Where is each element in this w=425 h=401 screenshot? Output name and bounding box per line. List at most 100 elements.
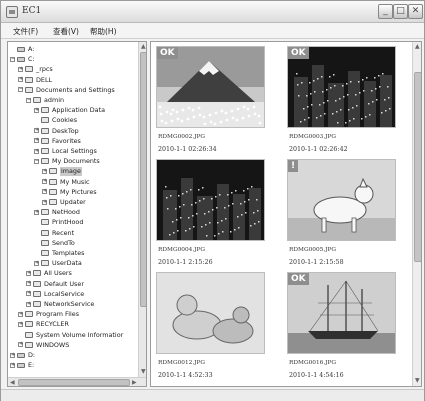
- expand-icon[interactable]: +: [26, 291, 31, 297]
- scroll-right-arrow-icon[interactable]: ▶: [132, 379, 137, 386]
- photo-thumbnail[interactable]: OK: [287, 272, 396, 354]
- folder-icon: [33, 280, 41, 287]
- photo-thumbnail[interactable]: OK: [287, 46, 396, 128]
- night-city-icon: [288, 47, 395, 127]
- folder-icon: [25, 76, 33, 83]
- photo-thumbnail[interactable]: [156, 159, 265, 241]
- night-city-icon: [157, 160, 264, 240]
- maximize-button[interactable]: □: [393, 4, 408, 19]
- expand-icon[interactable]: +: [34, 209, 39, 215]
- tree-horizontal-scroll-thumb[interactable]: [18, 379, 130, 386]
- tree-item-label: C:: [28, 55, 35, 64]
- scroll-left-arrow-icon[interactable]: ◀: [10, 379, 15, 386]
- folder-icon: [25, 66, 33, 73]
- menu-help[interactable]: 帮助(H): [90, 26, 117, 37]
- tree-item-label: DELL: [36, 75, 53, 84]
- expand-icon[interactable]: +: [26, 270, 31, 276]
- thumbnails-scroll-up-icon[interactable]: ▲: [415, 43, 420, 50]
- expand-icon[interactable]: +: [34, 128, 39, 134]
- folder-icon: [41, 107, 49, 114]
- expand-icon[interactable]: +: [34, 148, 39, 154]
- expand-icon[interactable]: +: [26, 301, 31, 307]
- collapse-icon[interactable]: −: [26, 97, 31, 103]
- folder-icon: [49, 199, 57, 205]
- thumbnail-date: 2010-1-1 2:15:26: [158, 259, 213, 266]
- tree-item-label: SendTo: [52, 238, 75, 247]
- tree-item-label: WINDOWS: [36, 340, 70, 349]
- expand-icon[interactable]: +: [26, 281, 31, 287]
- tree-item-label: My Pictures: [60, 187, 97, 196]
- tree-item-label: _rpcs: [36, 65, 53, 74]
- tree-item-label: D:: [28, 351, 36, 359]
- expand-icon[interactable]: +: [34, 138, 39, 144]
- thumbnail-date: 2010-1-1 4:54:16: [289, 372, 344, 379]
- folder-icon: [41, 209, 49, 216]
- expand-icon[interactable]: +: [18, 77, 23, 83]
- drive-icon: [17, 57, 25, 63]
- tree-item-label: A:: [28, 45, 35, 53]
- expand-icon[interactable]: +: [18, 66, 23, 72]
- collapse-icon[interactable]: −: [34, 158, 39, 164]
- collapse-icon[interactable]: −: [18, 87, 23, 93]
- thumbnail-date: 2010-1-1 4:52:33: [158, 372, 213, 379]
- tree-item-label: Application Data: [52, 106, 105, 115]
- warning-badge: !: [288, 160, 299, 172]
- expand-icon[interactable]: +: [18, 311, 23, 317]
- folder-icon: [41, 127, 49, 134]
- tree-vertical-scrollbar[interactable]: ▲ ▼: [138, 42, 146, 377]
- title-bar[interactable]: EC1 _ □ ✕: [1, 1, 424, 23]
- tree-item-label: My Music: [60, 177, 90, 186]
- folder-icon: [33, 270, 41, 277]
- tree-item-label: Templates: [52, 249, 85, 257]
- thumbnails-vertical-scroll-thumb[interactable]: [414, 72, 421, 262]
- photo-thumbnail[interactable]: [156, 272, 265, 354]
- menu-file[interactable]: 文件(F): [13, 26, 38, 37]
- expand-icon[interactable]: +: [42, 168, 47, 174]
- scroll-up-arrow-icon[interactable]: ▲: [141, 43, 146, 50]
- folder-icon: [25, 86, 33, 93]
- music-folder-icon: [49, 178, 57, 185]
- folder-icon: [41, 239, 49, 246]
- folder-icon: [41, 250, 49, 256]
- folder-icon: [33, 301, 41, 307]
- thumbnail-filename: RDMG0012.JPG: [158, 360, 206, 366]
- photo-thumbnail[interactable]: !: [287, 159, 396, 241]
- folder-icon: [33, 290, 41, 297]
- collapse-icon[interactable]: −: [10, 56, 15, 62]
- folder-icon: [41, 229, 49, 236]
- folder-icon: [25, 331, 33, 338]
- folder-tree: A: − C: + _rpcs + DELL − Documents and Settings −…: [7, 41, 147, 387]
- thumbnail-date: 2010-1-1 02:26:34: [158, 146, 217, 153]
- expand-icon[interactable]: +: [18, 321, 23, 327]
- tree-item-label: LocalService: [44, 289, 85, 298]
- expand-icon[interactable]: +: [10, 362, 15, 368]
- close-button[interactable]: ✕: [408, 4, 423, 19]
- thumbnail-filename: RDMG0004.JPG: [158, 247, 206, 253]
- expand-icon[interactable]: +: [34, 107, 39, 113]
- app-window: EC1 _ □ ✕ 文件(F) 查看(V) 帮助(H) A: − C: + _rpcs +…: [0, 0, 425, 401]
- mountain-icon: [157, 47, 264, 127]
- drive-icon: [17, 363, 25, 369]
- expand-icon[interactable]: +: [10, 352, 15, 358]
- expand-icon[interactable]: +: [42, 199, 47, 205]
- tree-item-label: Default User: [44, 279, 84, 288]
- photo-thumbnail[interactable]: OK: [156, 46, 265, 128]
- expand-icon[interactable]: +: [34, 260, 39, 266]
- thumbnails-vertical-scrollbar[interactable]: ▲ ▼: [412, 42, 421, 386]
- folder-icon: [33, 97, 41, 103]
- expand-icon[interactable]: +: [18, 342, 23, 348]
- tree-item-label: Recent: [52, 228, 75, 237]
- ok-badge: OK: [157, 47, 178, 59]
- expand-icon[interactable]: +: [42, 189, 47, 195]
- scroll-down-arrow-icon[interactable]: ▼: [141, 368, 146, 375]
- expand-icon[interactable]: +: [42, 179, 47, 185]
- minimize-button[interactable]: _: [378, 4, 393, 19]
- thumbnails-scroll-down-icon[interactable]: ▼: [415, 377, 420, 384]
- tree-vertical-scroll-thumb[interactable]: [140, 52, 146, 307]
- tree-item-label: NetworkService: [44, 300, 95, 308]
- folder-icon: [41, 219, 49, 226]
- tree-horizontal-scrollbar[interactable]: ◀ ▶: [8, 377, 146, 386]
- tree-item-label: admin: [44, 96, 65, 104]
- thumbnail-date: 2010-1-1 2:15:58: [289, 259, 344, 266]
- menu-view[interactable]: 查看(V): [53, 26, 79, 37]
